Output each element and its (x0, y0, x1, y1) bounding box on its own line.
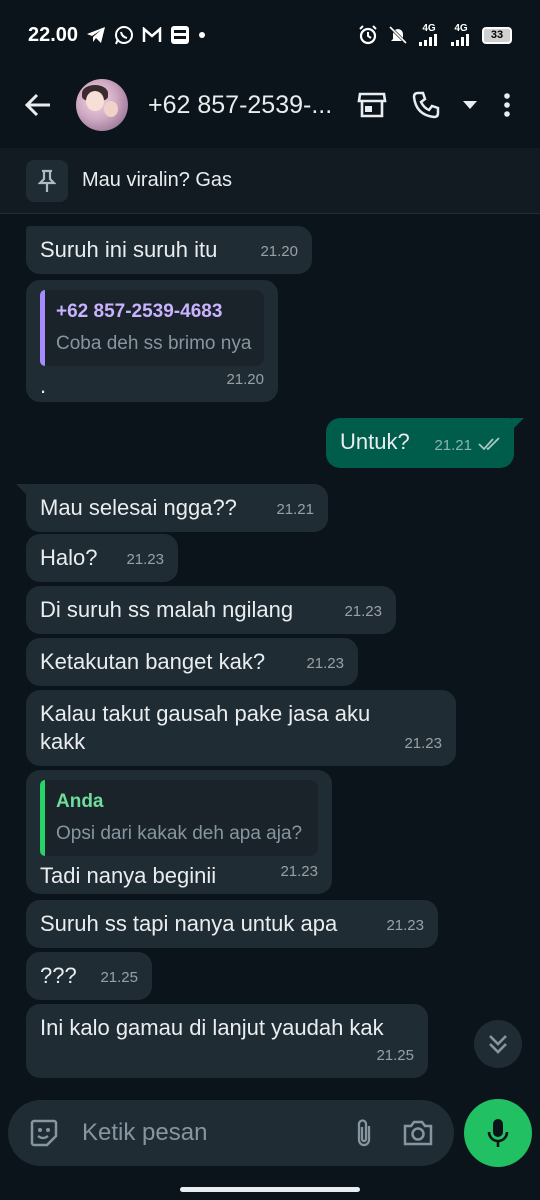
message-text: Kalau takut gausah pake jasa aku kakk (40, 701, 371, 754)
camera-icon[interactable] (398, 1113, 438, 1153)
message-text: Tadi nanya beginii (40, 863, 217, 888)
message-time: 21.25 (376, 1047, 414, 1064)
bubble-tail (512, 418, 524, 430)
quote-text: Opsi dari kakak deh apa aja? (56, 823, 303, 844)
message-bubble[interactable]: Di suruh ss malah ngilang 21.23 (26, 586, 396, 634)
mic-icon[interactable] (464, 1099, 532, 1167)
message-time: 21.23 (306, 655, 344, 672)
phone-icon[interactable] (404, 83, 448, 127)
message-text: ??? (40, 963, 77, 988)
message-text: . (40, 373, 47, 398)
mute-icon (388, 25, 408, 45)
message-time-text: 21.21 (434, 437, 472, 454)
status-right: 4G 4G 33 (358, 24, 512, 46)
pinned-message-bar[interactable]: Mau viralin? Gas (0, 148, 540, 214)
more-vert-icon[interactable] (492, 83, 522, 127)
reply-quote[interactable]: +62 857-2539-4683 Coba deh ss brimo nya (40, 290, 264, 366)
gmail-icon (142, 27, 162, 43)
signal-icon: 4G (418, 24, 440, 46)
net-type-1: 4G (422, 23, 436, 34)
message-text: Untuk? (340, 429, 410, 454)
message-list[interactable]: Suruh ini suruh itu 21.20 +62 857-2539-4… (0, 214, 540, 1084)
scroll-down-icon[interactable] (474, 1020, 522, 1068)
message-text: Suruh ss tapi nanya untuk apa (40, 911, 338, 936)
message-bubble[interactable]: Untuk? 21.21 (326, 418, 524, 468)
message-time: 21.23 (280, 863, 318, 880)
sticker-icon[interactable] (24, 1113, 64, 1153)
alarm-icon (358, 25, 378, 45)
quote-author: Anda (56, 791, 104, 812)
pin-icon (26, 159, 68, 202)
message-text: Di suruh ss malah ngilang (40, 597, 294, 622)
message-bubble[interactable]: Ketakutan banget kak? 21.23 (26, 638, 358, 686)
caret-down-icon[interactable] (458, 83, 482, 127)
message-time: 21.21 (276, 501, 314, 518)
message-time: 21.21 (434, 432, 472, 460)
avatar-face (86, 91, 104, 111)
message-time: 21.23 (386, 917, 424, 934)
read-double-check-icon (478, 430, 502, 458)
header-actions (350, 83, 522, 127)
gesture-nav-handle[interactable] (180, 1187, 360, 1192)
message-time: 21.20 (260, 243, 298, 260)
message-time: 21.23 (344, 603, 382, 620)
dot-icon (198, 31, 206, 39)
contact-name[interactable]: +62 857-2539-... (148, 91, 333, 120)
message-time: 21.23 (404, 735, 442, 752)
message-bubble[interactable]: Halo? 21.23 (26, 534, 178, 582)
telegram-icon (86, 26, 106, 44)
signal-icon: 4G (450, 24, 472, 46)
message-text: Suruh ini suruh itu (40, 237, 218, 262)
status-left: 22.00 (28, 24, 206, 47)
store-icon[interactable] (350, 83, 394, 127)
quote-author: +62 857-2539-4683 (56, 301, 223, 322)
message-bubble[interactable]: Anda Opsi dari kakak deh apa aja? Tadi n… (26, 770, 332, 894)
message-time: 21.23 (126, 551, 164, 568)
avatar[interactable] (76, 79, 128, 131)
whatsapp-icon (114, 25, 134, 45)
chat-header: +62 857-2539-... (0, 70, 540, 140)
message-time: 21.25 (100, 969, 138, 986)
message-text: Ketakutan banget kak? (40, 649, 266, 674)
message-text: Halo? (40, 545, 98, 570)
message-bubble[interactable]: Kalau takut gausah pake jasa aku kakk 21… (26, 690, 456, 766)
net-type-2: 4G (454, 23, 468, 34)
attach-icon[interactable] (344, 1113, 384, 1153)
battery-icon: 33 (482, 26, 512, 44)
message-bubble[interactable]: Suruh ini suruh itu 21.20 (26, 226, 312, 274)
status-time: 22.00 (28, 23, 79, 46)
quote-text: Coba deh ss brimo nya (56, 333, 252, 354)
message-text: Ini kalo gamau di lanjut yaudah kak (40, 1015, 384, 1040)
message-bubble[interactable]: +62 857-2539-4683 Coba deh ss brimo nya … (26, 280, 278, 402)
message-time: 21.20 (226, 371, 264, 388)
message-composer: Ketik pesan (8, 1100, 454, 1166)
back-arrow-icon[interactable] (18, 85, 58, 125)
message-text: Mau selesai ngga?? (40, 495, 237, 520)
pinned-text: Mau viralin? Gas (82, 169, 233, 191)
brimo-icon (170, 25, 190, 45)
message-bubble[interactable]: ??? 21.25 (26, 952, 152, 1000)
message-bubble[interactable]: Mau selesai ngga?? 21.21 (16, 484, 328, 532)
avatar-face (104, 101, 118, 117)
reply-quote[interactable]: Anda Opsi dari kakak deh apa aja? (40, 780, 318, 856)
message-bubble[interactable]: Ini kalo gamau di lanjut yaudah kak 21.2… (26, 1004, 428, 1078)
message-bubble[interactable]: Suruh ss tapi nanya untuk apa 21.23 (26, 900, 438, 948)
status-bar: 22.00 4G 4G 33 (0, 0, 540, 70)
message-input[interactable]: Ketik pesan (82, 1119, 330, 1147)
bubble-tail (16, 484, 28, 496)
